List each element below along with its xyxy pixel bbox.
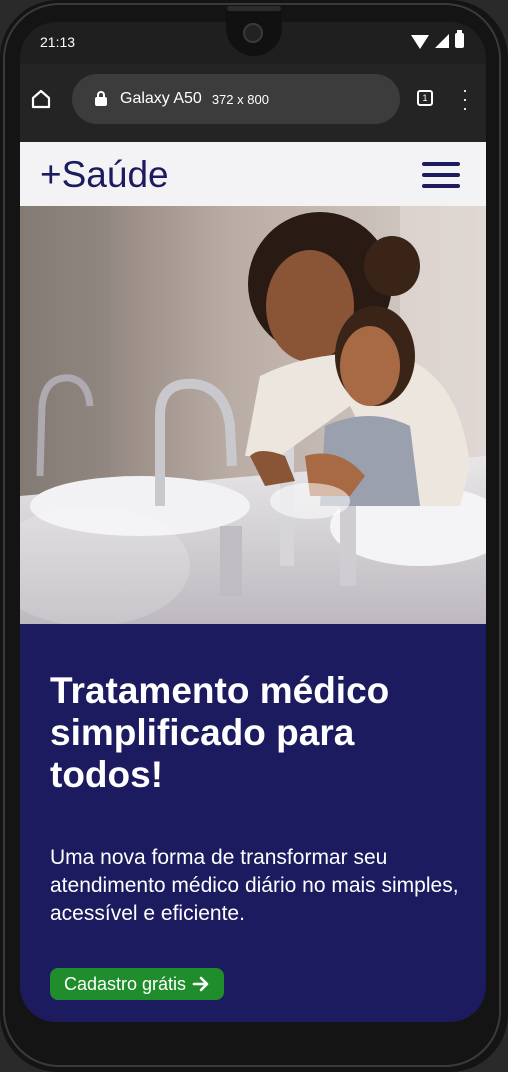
tabs-button[interactable]: 1 xyxy=(417,90,433,106)
hero-image xyxy=(20,206,486,624)
hamburger-menu-icon[interactable] xyxy=(422,160,462,190)
website: +Saúde Tratamento médico simplificado pa… xyxy=(20,142,486,1022)
browser-toolbar: Galaxy A50 372 x 800 1 · · · xyxy=(20,64,486,142)
site-logo[interactable]: +Saúde xyxy=(40,154,169,196)
more-menu-icon[interactable]: · · · xyxy=(460,81,470,117)
signup-button[interactable]: Cadastro grátis xyxy=(50,968,225,1000)
status-icons xyxy=(411,30,464,49)
signup-button-label: Cadastro grátis xyxy=(64,973,187,994)
battery-icon xyxy=(455,30,464,48)
device-size: 372 x 800 xyxy=(211,91,269,107)
arrow-right-icon xyxy=(192,976,209,992)
phone-screen: 21:13 Galaxy A50 372 x 800 1 · · · +Saúde xyxy=(20,22,486,1022)
lock-icon xyxy=(94,91,108,107)
speaker-grille xyxy=(227,6,281,11)
home-icon[interactable] xyxy=(30,88,52,110)
status-time: 21:13 xyxy=(40,34,76,50)
site-header: +Saúde xyxy=(20,142,486,206)
phone-device: 21:13 Galaxy A50 372 x 800 1 · · · +Saúde xyxy=(0,0,508,1072)
hero-title: Tratamento médico simplificado para todo… xyxy=(50,670,390,795)
hero-description: Uma nova forma de transformar seu atendi… xyxy=(50,846,459,925)
signal-icon xyxy=(435,33,449,48)
device-name: Galaxy A50 xyxy=(120,90,202,107)
address-bar[interactable]: Galaxy A50 372 x 800 xyxy=(72,74,400,124)
front-camera xyxy=(243,23,263,43)
wifi-icon xyxy=(411,34,429,49)
